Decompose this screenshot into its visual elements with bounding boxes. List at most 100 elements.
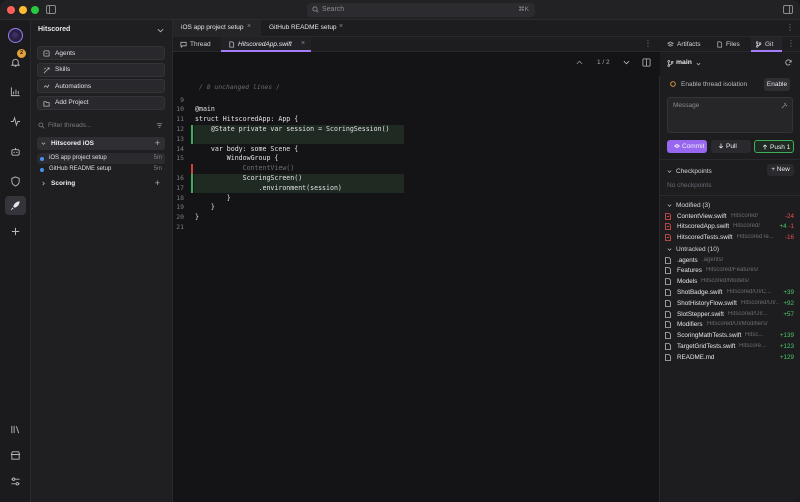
chevron-down-icon[interactable] (623, 60, 630, 65)
refresh-icon[interactable] (785, 59, 792, 66)
skills-button[interactable]: Skills (37, 62, 165, 77)
bot-icon[interactable] (5, 142, 26, 161)
file-name: ContentView.swift (677, 212, 727, 220)
close-tab-icon[interactable]: × (301, 40, 305, 47)
store-icon[interactable] (5, 446, 26, 465)
commit-button[interactable]: Commit (667, 140, 707, 153)
file-icon (665, 342, 671, 350)
line-text[interactable]: } (195, 203, 215, 213)
file-row[interactable]: HitscoredApp.swift Hitscored/ +4 -1 (665, 222, 797, 233)
project-scoring[interactable]: Scoring + (37, 177, 165, 190)
divider (660, 159, 800, 160)
library-icon[interactable] (5, 420, 26, 439)
toggle-sidebar-icon[interactable] (46, 5, 56, 14)
line-text[interactable]: struct HitscoredApp: App { (195, 115, 298, 125)
chevron-up-icon[interactable] (576, 60, 583, 65)
close-window-button[interactable] (7, 6, 15, 14)
add-project-button[interactable]: Add Project (37, 95, 165, 110)
unchanged-lines-note[interactable]: / 8 unchanged lines / (199, 83, 280, 91)
line-text[interactable]: .environment(session) (195, 184, 342, 194)
close-tab-icon[interactable]: × (247, 23, 251, 30)
pull-button[interactable]: Pull (711, 140, 751, 153)
agents-button[interactable]: Agents (37, 46, 165, 60)
automations-button[interactable]: Automations (37, 79, 165, 93)
thread-status-dot (40, 156, 44, 161)
more-icon[interactable]: ⋮ (644, 40, 652, 48)
thread-filter-input[interactable]: Filter threads... (37, 120, 165, 132)
sliders-icon[interactable] (5, 472, 26, 491)
commit-message-input[interactable]: Message (667, 97, 793, 133)
editor-subtabs: Thread HitscoredApp.swift × ⋮ (173, 37, 660, 52)
file-row[interactable]: ShotBadge.swift Hitscored/UI/C... +39 (665, 287, 797, 298)
file-row[interactable]: SlotStepper.swift Hitscored/UI/... +57 (665, 309, 797, 320)
search-input[interactable]: Search ⌘K (307, 3, 535, 17)
file-row[interactable]: README.md +129 (665, 352, 797, 363)
tab-thread[interactable]: Thread (173, 37, 221, 52)
file-row[interactable]: ScoringMathTests.swift Hitsc... +139 (665, 331, 797, 342)
code-line: 21 (173, 223, 660, 233)
thread-item[interactable]: iOS app project setup 5m (37, 153, 165, 164)
tab-github-readme-setup[interactable]: GitHub README setup × (261, 20, 351, 37)
rocket-icon[interactable] (5, 196, 26, 215)
deletions-count: -16 (784, 234, 794, 242)
file-row[interactable]: Models Hitscored/Models/ (665, 277, 797, 288)
line-number: 17 (176, 183, 184, 192)
split-view-icon[interactable] (642, 58, 651, 67)
line-text[interactable]: ScoringScreen() (195, 174, 303, 184)
push-button[interactable]: Push 1 (754, 140, 794, 153)
file-row[interactable]: Modifiers Hitscored/UI/Modifiers/ (665, 320, 797, 331)
line-text[interactable]: @State private var session = ScoringSess… (195, 125, 390, 135)
new-checkpoint-button[interactable]: + New (767, 164, 794, 176)
thread-item[interactable]: GitHub README setup 5m (37, 164, 165, 175)
zoom-window-button[interactable] (31, 6, 39, 14)
minimize-window-button[interactable] (19, 6, 27, 14)
plus-icon[interactable] (5, 222, 26, 241)
enable-isolation-button[interactable]: Enable (764, 78, 790, 91)
line-text[interactable]: var body: some Scene { (195, 145, 298, 155)
tab-ios-app-project-setup[interactable]: iOS app project setup × (173, 20, 261, 37)
file-row[interactable]: ShotHistoryFlow.swift Hitscored/UI/... +92 (665, 298, 797, 309)
tab-artifacts[interactable]: Artifacts (663, 37, 709, 52)
file-row[interactable]: ContentView.swift Hitscored/ -24 (665, 211, 797, 222)
chevron-right-icon (42, 181, 45, 186)
avatar[interactable] (8, 28, 23, 43)
file-row[interactable]: Features Hitscored/Features/ (665, 266, 797, 277)
chevron-down-icon[interactable] (157, 28, 164, 33)
toggle-right-panel-icon[interactable] (783, 5, 793, 14)
workspace-title[interactable]: Hitscored (38, 26, 70, 33)
file-row[interactable]: TargetGridTests.swift Hitscore... +123 (665, 341, 797, 352)
added-line-highlight (194, 134, 404, 145)
thread-isolation-row: Enable thread isolation Enable (667, 78, 793, 91)
file-name: TargetGridTests.swift (677, 342, 736, 350)
additions-count: +57 (783, 310, 794, 318)
more-icon[interactable]: ⋮ (786, 24, 794, 32)
thread-time: 5m (153, 166, 162, 172)
file-row[interactable]: HitscoredTests.swift HitscoredTe... -16 (665, 233, 797, 244)
add-thread-button[interactable]: + (155, 178, 160, 188)
sparkle-icon[interactable] (781, 102, 788, 109)
close-tab-icon[interactable]: × (339, 23, 343, 30)
line-text[interactable]: } (195, 194, 231, 204)
modified-label: Modified (3) (676, 201, 711, 209)
activity-icon[interactable] (5, 112, 26, 131)
add-thread-button[interactable]: + (155, 138, 160, 148)
added-marker (191, 124, 193, 135)
more-icon[interactable]: ⋮ (787, 40, 795, 48)
deletions-count: -24 (784, 212, 794, 220)
tab-files[interactable]: Files (712, 37, 748, 52)
additions-count: +139 (779, 332, 794, 340)
file-path: HitscoredTe... (737, 234, 774, 241)
tab-hitscoredapp-swift[interactable]: HitscoredApp.swift × (221, 37, 311, 52)
project-hitscored-ios[interactable]: Hitscored iOS + (37, 137, 165, 150)
line-text[interactable]: @main (195, 105, 215, 115)
filter-options-icon[interactable] (156, 122, 163, 129)
tab-git[interactable]: Git (751, 37, 782, 52)
added-marker (191, 134, 193, 145)
pull-label: Pull (726, 143, 737, 150)
shield-icon[interactable] (5, 172, 26, 191)
chart-icon[interactable] (5, 82, 26, 101)
line-text[interactable]: ContentView() (195, 164, 295, 174)
line-text[interactable]: WindowGroup { (195, 154, 279, 164)
file-row[interactable]: .agents .agents/ (665, 255, 797, 266)
line-text[interactable]: } (195, 213, 199, 223)
